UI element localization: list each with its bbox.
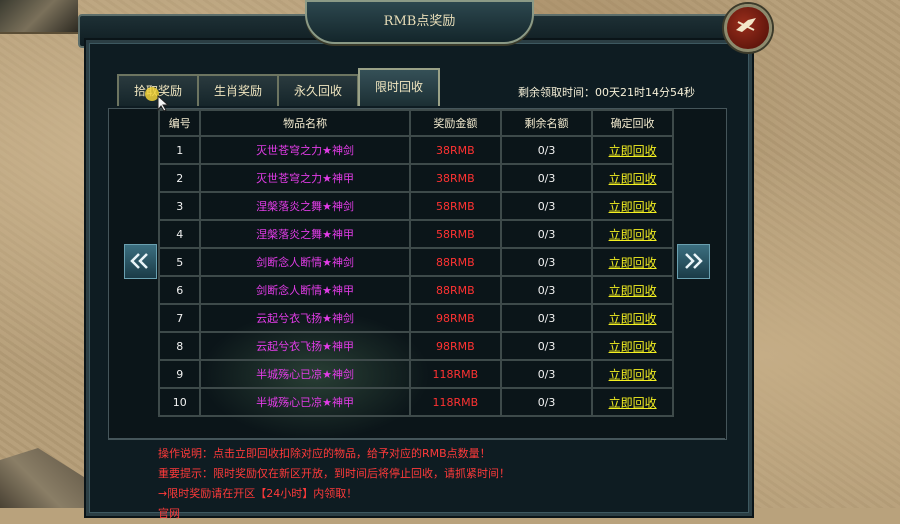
recycle-now-link[interactable]: 立即回收 bbox=[609, 284, 657, 298]
row-action-cell: 立即回收 bbox=[591, 331, 674, 361]
row-action-cell: 立即回收 bbox=[591, 163, 674, 193]
row-action-cell: 立即回收 bbox=[591, 359, 674, 389]
close-icon bbox=[736, 18, 756, 32]
remaining-time: 剩余领取时间：00天21时14分54秒 bbox=[518, 86, 695, 99]
row-remaining: 0/3 bbox=[499, 219, 594, 249]
recycle-now-link[interactable]: 立即回收 bbox=[609, 340, 657, 354]
recycle-now-link[interactable]: 立即回收 bbox=[609, 312, 657, 326]
row-no: 1 bbox=[157, 135, 202, 165]
note-operation: 操作说明：点击立即回收扣除对应的物品，给予对应的RMB点数量！ bbox=[158, 447, 491, 460]
row-amount: 38RMB bbox=[408, 135, 502, 165]
row-item-name: 半城殇心已凉★神剑 bbox=[199, 359, 411, 389]
window-title: RMB点奖励 bbox=[383, 14, 456, 29]
row-action-cell: 立即回收 bbox=[591, 135, 674, 165]
next-page-button[interactable] bbox=[677, 244, 710, 279]
tab-permanent-recycle[interactable]: 永久回收 bbox=[277, 74, 359, 106]
row-item-name: 剑断念人断情★神剑 bbox=[199, 247, 411, 277]
header-remaining: 剩余名额 bbox=[499, 109, 594, 137]
table-row: 10 半城殇心已凉★神甲 118RMB 0/3 立即回收 bbox=[157, 387, 674, 417]
table-row: 9 半城殇心已凉★神剑 118RMB 0/3 立即回收 bbox=[157, 359, 674, 389]
row-action-cell: 立即回收 bbox=[591, 191, 674, 221]
row-action-cell: 立即回收 bbox=[591, 247, 674, 277]
header-no: 编号 bbox=[157, 109, 202, 137]
recycle-now-link[interactable]: 立即回收 bbox=[609, 200, 657, 214]
row-action-cell: 立即回收 bbox=[591, 275, 674, 305]
header-amount: 奖励金额 bbox=[408, 109, 502, 137]
recycle-now-link[interactable]: 立即回收 bbox=[609, 172, 657, 186]
row-remaining: 0/3 bbox=[499, 303, 594, 333]
notes-panel: 操作说明：点击立即回收扣除对应的物品，给予对应的RMB点数量！ 重要提示：限时奖… bbox=[158, 444, 510, 524]
row-no: 3 bbox=[157, 191, 202, 221]
row-action-cell: 立即回收 bbox=[591, 219, 674, 249]
row-item-name: 灭世苍穹之力★神甲 bbox=[199, 163, 411, 193]
row-remaining: 0/3 bbox=[499, 331, 594, 361]
note-website: 官网 bbox=[158, 507, 180, 520]
chevron-left-double-icon bbox=[130, 253, 148, 269]
row-item-name: 云起兮衣飞扬★神甲 bbox=[199, 331, 411, 361]
note-deadline: →限时奖励请在开区【24小时】内领取！ bbox=[158, 487, 358, 500]
row-remaining: 0/3 bbox=[499, 275, 594, 305]
row-no: 7 bbox=[157, 303, 202, 333]
table-row: 6 剑断念人断情★神甲 88RMB 0/3 立即回收 bbox=[157, 275, 674, 305]
row-remaining: 0/3 bbox=[499, 387, 594, 417]
row-no: 9 bbox=[157, 359, 202, 389]
row-amount: 98RMB bbox=[408, 303, 502, 333]
chevron-right-double-icon bbox=[685, 253, 703, 269]
row-remaining: 0/3 bbox=[499, 247, 594, 277]
row-no: 2 bbox=[157, 163, 202, 193]
row-item-name: 半城殇心已凉★神甲 bbox=[199, 387, 411, 417]
row-amount: 88RMB bbox=[408, 247, 502, 277]
recycle-now-link[interactable]: 立即回收 bbox=[609, 368, 657, 382]
table-row: 8 云起兮衣飞扬★神甲 98RMB 0/3 立即回收 bbox=[157, 331, 674, 361]
table-row: 3 涅槃落炎之舞★神剑 58RMB 0/3 立即回收 bbox=[157, 191, 674, 221]
mouse-cursor-icon bbox=[145, 87, 170, 112]
row-no: 6 bbox=[157, 275, 202, 305]
row-remaining: 0/3 bbox=[499, 359, 594, 389]
table-row: 1 灭世苍穹之力★神剑 38RMB 0/3 立即回收 bbox=[157, 135, 674, 165]
row-item-name: 涅槃落炎之舞★神甲 bbox=[199, 219, 411, 249]
row-no: 8 bbox=[157, 331, 202, 361]
notes-divider bbox=[108, 438, 725, 439]
row-action-cell: 立即回收 bbox=[591, 303, 674, 333]
title-plate: RMB点奖励 bbox=[305, 0, 534, 44]
note-important: 重要提示：限时奖励仅在新区开放，到时间后将停止回收，请抓紧时间！ bbox=[158, 467, 510, 480]
tab-limited-recycle[interactable]: 限时回收 bbox=[358, 68, 440, 106]
recycle-now-link[interactable]: 立即回收 bbox=[609, 144, 657, 158]
row-item-name: 剑断念人断情★神甲 bbox=[199, 275, 411, 305]
row-no: 5 bbox=[157, 247, 202, 277]
row-remaining: 0/3 bbox=[499, 163, 594, 193]
table-row: 4 涅槃落炎之舞★神甲 58RMB 0/3 立即回收 bbox=[157, 219, 674, 249]
row-remaining: 0/3 bbox=[499, 135, 594, 165]
row-item-name: 灭世苍穹之力★神剑 bbox=[199, 135, 411, 165]
table-row: 5 剑断念人断情★神剑 88RMB 0/3 立即回收 bbox=[157, 247, 674, 277]
recycle-now-link[interactable]: 立即回收 bbox=[609, 256, 657, 270]
row-amount: 98RMB bbox=[408, 331, 502, 361]
tab-zodiac-reward[interactable]: 生肖奖励 bbox=[197, 74, 279, 106]
row-no: 10 bbox=[157, 387, 202, 417]
row-amount: 58RMB bbox=[408, 191, 502, 221]
recycle-now-link[interactable]: 立即回收 bbox=[609, 228, 657, 242]
header-action: 确定回收 bbox=[591, 109, 674, 137]
row-remaining: 0/3 bbox=[499, 191, 594, 221]
row-action-cell: 立即回收 bbox=[591, 387, 674, 417]
reward-table: 编号 物品名称 奖励金额 剩余名额 确定回收 1 灭世苍穹之力★神剑 38RMB 0/… bbox=[157, 109, 674, 417]
table-header-row: 编号 物品名称 奖励金额 剩余名额 确定回收 bbox=[157, 109, 674, 137]
prev-page-button[interactable] bbox=[124, 244, 157, 279]
row-amount: 118RMB bbox=[408, 387, 502, 417]
close-button[interactable] bbox=[724, 4, 772, 52]
top-left-ornament bbox=[0, 0, 78, 34]
table-row: 7 云起兮衣飞扬★神剑 98RMB 0/3 立即回收 bbox=[157, 303, 674, 333]
row-item-name: 涅槃落炎之舞★神剑 bbox=[199, 191, 411, 221]
row-item-name: 云起兮衣飞扬★神剑 bbox=[199, 303, 411, 333]
row-no: 4 bbox=[157, 219, 202, 249]
row-amount: 88RMB bbox=[408, 275, 502, 305]
recycle-now-link[interactable]: 立即回收 bbox=[609, 396, 657, 410]
table-row: 2 灭世苍穹之力★神甲 38RMB 0/3 立即回收 bbox=[157, 163, 674, 193]
row-amount: 38RMB bbox=[408, 163, 502, 193]
header-item-name: 物品名称 bbox=[199, 109, 411, 137]
row-amount: 118RMB bbox=[408, 359, 502, 389]
row-amount: 58RMB bbox=[408, 219, 502, 249]
